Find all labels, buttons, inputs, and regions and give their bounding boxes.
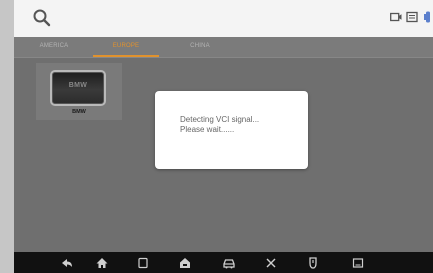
recent-apps-icon[interactable] — [136, 256, 150, 270]
vci-icon[interactable] — [306, 256, 320, 270]
bmw-logo: BMW — [50, 70, 106, 106]
tools-icon[interactable] — [264, 256, 278, 270]
search-icon[interactable] — [32, 8, 52, 28]
dialog-message-line2: Please wait...... — [180, 125, 235, 134]
tab-america[interactable]: AMERICA — [22, 37, 86, 57]
device-screen: AMERICA EUROPE CHINA BMW BMW Detecting V… — [14, 0, 433, 273]
vci-detect-dialog: Detecting VCI signal... Please wait.....… — [155, 91, 308, 169]
brand-logo-text: BMW — [68, 82, 88, 89]
top-bar — [14, 0, 433, 37]
brand-tile-bmw[interactable]: BMW BMW — [36, 63, 122, 120]
image-icon[interactable] — [406, 10, 418, 28]
region-tabs: AMERICA EUROPE CHINA — [14, 37, 433, 58]
tab-europe[interactable]: EUROPE — [93, 37, 159, 57]
tab-china[interactable]: CHINA — [167, 37, 233, 57]
bottom-nav-bar — [14, 252, 433, 273]
home-icon[interactable] — [95, 256, 109, 270]
dialog-message-line1: Detecting VCI signal... — [180, 115, 260, 124]
vehicle-icon[interactable] — [222, 256, 236, 270]
brand-label: BMW — [72, 109, 86, 115]
camera-icon[interactable] — [390, 10, 402, 28]
vci-status-icon[interactable] — [423, 10, 433, 28]
active-tab-indicator — [93, 55, 159, 57]
autel-home-icon[interactable] — [178, 256, 192, 270]
screenshot-icon[interactable] — [351, 256, 365, 270]
back-icon[interactable] — [60, 256, 74, 270]
